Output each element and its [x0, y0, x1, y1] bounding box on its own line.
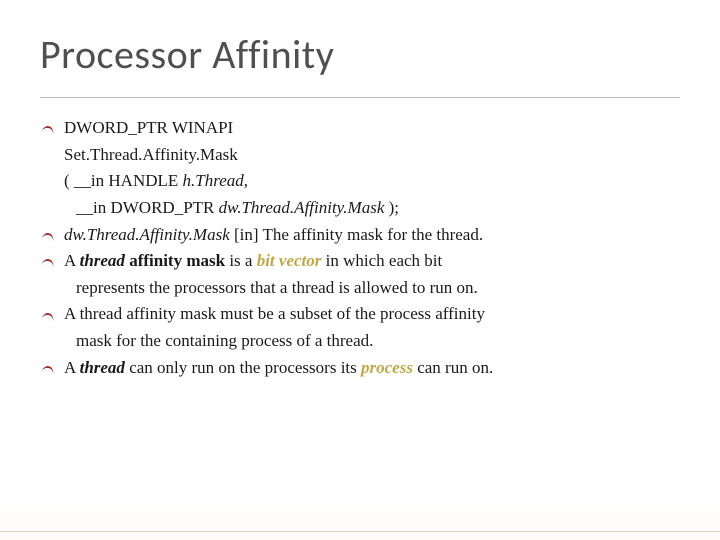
bullet-1-line-3: ( __in HANDLE h.Thread, [40, 169, 680, 194]
text: __in DWORD_PTR [76, 198, 219, 217]
param-hthread: h.Thread [183, 171, 244, 190]
text: A [64, 251, 80, 270]
bullet-4-cont: mask for the containing process of a thr… [40, 329, 680, 354]
kw-thread: thread [80, 251, 125, 270]
bullet-5: A thread can only run on the processors … [40, 356, 680, 381]
text: in which each bit [321, 251, 442, 270]
slide-title: Processor Affinity [40, 30, 680, 79]
bullet-1-line-4: __in DWORD_PTR dw.Thread.Affinity.Mask )… [40, 196, 680, 221]
bullet-1-line-2: Set.Thread.Affinity.Mask [40, 143, 680, 168]
text: can only run on the processors its [125, 358, 361, 377]
kw-affinity-mask: affinity mask [129, 251, 225, 270]
param-name: dw.Thread.Affinity.Mask [64, 225, 230, 244]
text: A [64, 358, 80, 377]
bullet-4: A thread affinity mask must be a subset … [40, 302, 680, 327]
text: can run on. [413, 358, 493, 377]
kw-bit-vector: bit vector [257, 251, 322, 270]
bullet-2: dw.Thread.Affinity.Mask [in] The affinit… [40, 223, 680, 248]
kw-thread: thread [80, 358, 125, 377]
text: ); [384, 198, 399, 217]
title-divider [40, 97, 680, 98]
bullet-1-line-1: DWORD_PTR WINAPI [40, 116, 680, 141]
slide: Processor Affinity DWORD_PTR WINAPI Set.… [0, 0, 720, 540]
text: [in] The affinity mask for the thread. [230, 225, 483, 244]
bullet-3-cont: represents the processors that a thread … [40, 276, 680, 301]
bullet-3: A thread affinity mask is a bit vector i… [40, 249, 680, 274]
param-dwmask: dw.Thread.Affinity.Mask [219, 198, 385, 217]
text: ( __in HANDLE [64, 171, 183, 190]
kw-process: process [361, 358, 413, 377]
footer-divider [0, 531, 720, 532]
text: , [244, 171, 248, 190]
slide-content: DWORD_PTR WINAPI Set.Thread.Affinity.Mas… [40, 116, 680, 380]
text: is a [225, 251, 257, 270]
